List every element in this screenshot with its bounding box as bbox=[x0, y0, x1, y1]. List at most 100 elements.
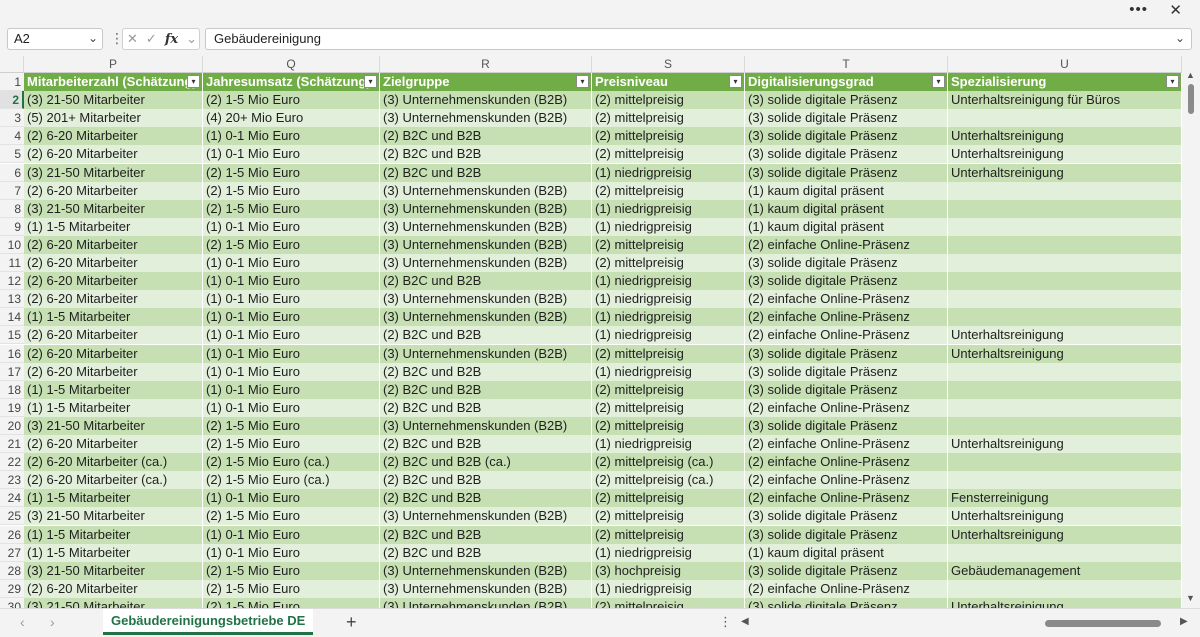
row-number[interactable]: 30 bbox=[0, 597, 24, 608]
table-cell[interactable]: (2) 6-20 Mitarbeiter bbox=[24, 145, 203, 164]
table-cell[interactable]: Gebäudemanagement bbox=[948, 561, 1182, 580]
table-cell[interactable]: (2) 1-5 Mio Euro bbox=[203, 579, 380, 598]
table-cell[interactable]: (3) solide digitale Präsenz bbox=[745, 163, 948, 182]
table-cell[interactable]: (3) Unternehmenskunden (B2B) bbox=[380, 344, 592, 363]
table-cell[interactable]: (2) B2C und B2B bbox=[380, 326, 592, 345]
row-number[interactable]: 28 bbox=[0, 561, 24, 580]
table-cell[interactable]: (2) mittelpreisig (ca.) bbox=[592, 471, 745, 490]
table-cell[interactable]: (3) solide digitale Präsenz bbox=[745, 254, 948, 273]
table-cell[interactable]: Fensterreinigung bbox=[948, 489, 1182, 508]
table-cell[interactable]: (1) 0-1 Mio Euro bbox=[203, 272, 380, 291]
table-cell[interactable]: (2) mittelpreisig (ca.) bbox=[592, 453, 745, 472]
row-number[interactable]: 7 bbox=[0, 181, 24, 200]
table-cell[interactable]: (3) solide digitale Präsenz bbox=[745, 127, 948, 146]
row-number[interactable]: 2 bbox=[0, 91, 24, 110]
table-cell[interactable]: (2) B2C und B2B bbox=[380, 543, 592, 562]
table-cell[interactable]: (3) solide digitale Präsenz bbox=[745, 344, 948, 363]
table-cell[interactable]: (2) 6-20 Mitarbeiter bbox=[24, 235, 203, 254]
table-cell[interactable]: (3) 21-50 Mitarbeiter bbox=[24, 163, 203, 182]
table-cell[interactable]: (3) solide digitale Präsenz bbox=[745, 416, 948, 435]
table-cell[interactable]: (2) 1-5 Mio Euro bbox=[203, 561, 380, 580]
column-header-cell[interactable]: Spezialisierung ▾ bbox=[948, 73, 1182, 92]
table-cell[interactable]: (2) mittelpreisig bbox=[592, 235, 745, 254]
table-cell[interactable]: (2) B2C und B2B (ca.) bbox=[380, 453, 592, 472]
table-cell[interactable]: (3) Unternehmenskunden (B2B) bbox=[380, 199, 592, 218]
table-cell[interactable]: (3) solide digitale Präsenz bbox=[745, 362, 948, 381]
table-cell[interactable]: (1) niedrigpreisig bbox=[592, 217, 745, 236]
row-number[interactable]: 18 bbox=[0, 380, 24, 399]
filter-icon[interactable]: ▾ bbox=[187, 75, 200, 88]
table-cell[interactable]: (1) niedrigpreisig bbox=[592, 362, 745, 381]
row-number[interactable]: 9 bbox=[0, 217, 24, 236]
table-cell[interactable]: (4) 20+ Mio Euro bbox=[203, 109, 380, 128]
table-cell[interactable]: (3) solide digitale Präsenz bbox=[745, 525, 948, 544]
table-cell[interactable]: (3) hochpreisig bbox=[592, 561, 745, 580]
row-number[interactable]: 24 bbox=[0, 489, 24, 508]
table-cell[interactable]: (1) 0-1 Mio Euro bbox=[203, 217, 380, 236]
table-cell[interactable]: (3) Unternehmenskunden (B2B) bbox=[380, 254, 592, 273]
close-icon[interactable]: ✕ bbox=[1169, 1, 1182, 19]
table-cell[interactable]: (1) niedrigpreisig bbox=[592, 435, 745, 454]
table-cell[interactable]: (1) 1-5 Mitarbeiter bbox=[24, 398, 203, 417]
table-cell[interactable]: (3) solide digitale Präsenz bbox=[745, 380, 948, 399]
table-cell[interactable]: (2) 1-5 Mio Euro (ca.) bbox=[203, 453, 380, 472]
table-cell[interactable]: (2) 1-5 Mio Euro bbox=[203, 435, 380, 454]
sheet-tab[interactable]: Gebäudereinigungsbetriebe DE bbox=[103, 609, 314, 635]
row-number[interactable]: 11 bbox=[0, 254, 24, 273]
table-cell[interactable]: (1) niedrigpreisig bbox=[592, 579, 745, 598]
table-cell[interactable]: (2) 6-20 Mitarbeiter bbox=[24, 181, 203, 200]
scroll-right-icon[interactable]: › bbox=[50, 614, 55, 630]
table-cell[interactable] bbox=[948, 235, 1182, 254]
table-cell[interactable]: (2) 6-20 Mitarbeiter bbox=[24, 254, 203, 273]
table-cell[interactable]: (2) mittelpreisig bbox=[592, 344, 745, 363]
fx-icon[interactable]: fx bbox=[165, 32, 178, 47]
table-cell[interactable]: (3) Unternehmenskunden (B2B) bbox=[380, 579, 592, 598]
row-number[interactable]: 12 bbox=[0, 272, 24, 291]
chevron-down-icon[interactable]: ⌄ bbox=[88, 31, 98, 45]
table-cell[interactable]: (2) 1-5 Mio Euro bbox=[203, 416, 380, 435]
table-cell[interactable]: (2) 6-20 Mitarbeiter bbox=[24, 290, 203, 309]
table-cell[interactable]: (3) 21-50 Mitarbeiter bbox=[24, 561, 203, 580]
table-cell[interactable]: (5) 201+ Mitarbeiter bbox=[24, 109, 203, 128]
table-cell[interactable]: (1) niedrigpreisig bbox=[592, 326, 745, 345]
table-cell[interactable]: (1) 0-1 Mio Euro bbox=[203, 290, 380, 309]
row-number[interactable]: 29 bbox=[0, 579, 24, 598]
column-header-r[interactable]: R bbox=[380, 56, 592, 73]
table-cell[interactable]: (2) einfache Online-Präsenz bbox=[745, 471, 948, 490]
row-number[interactable]: 4 bbox=[0, 127, 24, 146]
table-cell[interactable] bbox=[948, 471, 1182, 490]
table-cell[interactable]: (3) 21-50 Mitarbeiter bbox=[24, 91, 203, 110]
row-number[interactable]: 23 bbox=[0, 471, 24, 490]
table-cell[interactable]: (1) 0-1 Mio Euro bbox=[203, 525, 380, 544]
row-number[interactable]: 21 bbox=[0, 435, 24, 454]
scroll-left-icon[interactable]: ‹ bbox=[20, 614, 25, 630]
table-cell[interactable]: (2) 6-20 Mitarbeiter bbox=[24, 272, 203, 291]
table-cell[interactable]: Unterhaltsreinigung bbox=[948, 127, 1182, 146]
table-cell[interactable] bbox=[948, 199, 1182, 218]
column-header-cell[interactable]: Zielgruppe ▾ bbox=[380, 73, 592, 92]
row-number[interactable]: 1 bbox=[0, 73, 24, 92]
table-cell[interactable] bbox=[948, 290, 1182, 309]
row-number[interactable]: 19 bbox=[0, 398, 24, 417]
column-header-cell[interactable]: Jahresumsatz (Schätzung) ▾ bbox=[203, 73, 380, 92]
spreadsheet-grid[interactable]: P Q R S T U 1 Mitarbeiterzahl (Schätzung) ▾ Jahre… bbox=[0, 56, 1182, 608]
table-cell[interactable]: (2) B2C und B2B bbox=[380, 362, 592, 381]
table-cell[interactable]: (2) mittelpreisig bbox=[592, 380, 745, 399]
table-cell[interactable]: (1) kaum digital präsent bbox=[745, 181, 948, 200]
table-cell[interactable] bbox=[948, 543, 1182, 562]
scroll-up-icon[interactable]: ▲ bbox=[1186, 70, 1195, 80]
filter-icon[interactable]: ▾ bbox=[729, 75, 742, 88]
table-cell[interactable]: (2) 1-5 Mio Euro bbox=[203, 163, 380, 182]
hscroll-left-icon[interactable]: ◀ bbox=[741, 616, 749, 627]
table-cell[interactable]: (2) B2C und B2B bbox=[380, 145, 592, 164]
cancel-icon[interactable]: ✕ bbox=[127, 31, 138, 47]
table-cell[interactable]: (2) einfache Online-Präsenz bbox=[745, 489, 948, 508]
table-cell[interactable]: (2) 6-20 Mitarbeiter bbox=[24, 362, 203, 381]
table-cell[interactable]: (2) mittelpreisig bbox=[592, 181, 745, 200]
chevron-down-icon[interactable]: ⌄ bbox=[186, 31, 197, 47]
table-cell[interactable] bbox=[948, 416, 1182, 435]
table-cell[interactable]: Unterhaltsreinigung bbox=[948, 145, 1182, 164]
table-cell[interactable]: (1) 1-5 Mitarbeiter bbox=[24, 489, 203, 508]
table-cell[interactable]: (2) mittelpreisig bbox=[592, 91, 745, 110]
table-cell[interactable]: (3) solide digitale Präsenz bbox=[745, 272, 948, 291]
